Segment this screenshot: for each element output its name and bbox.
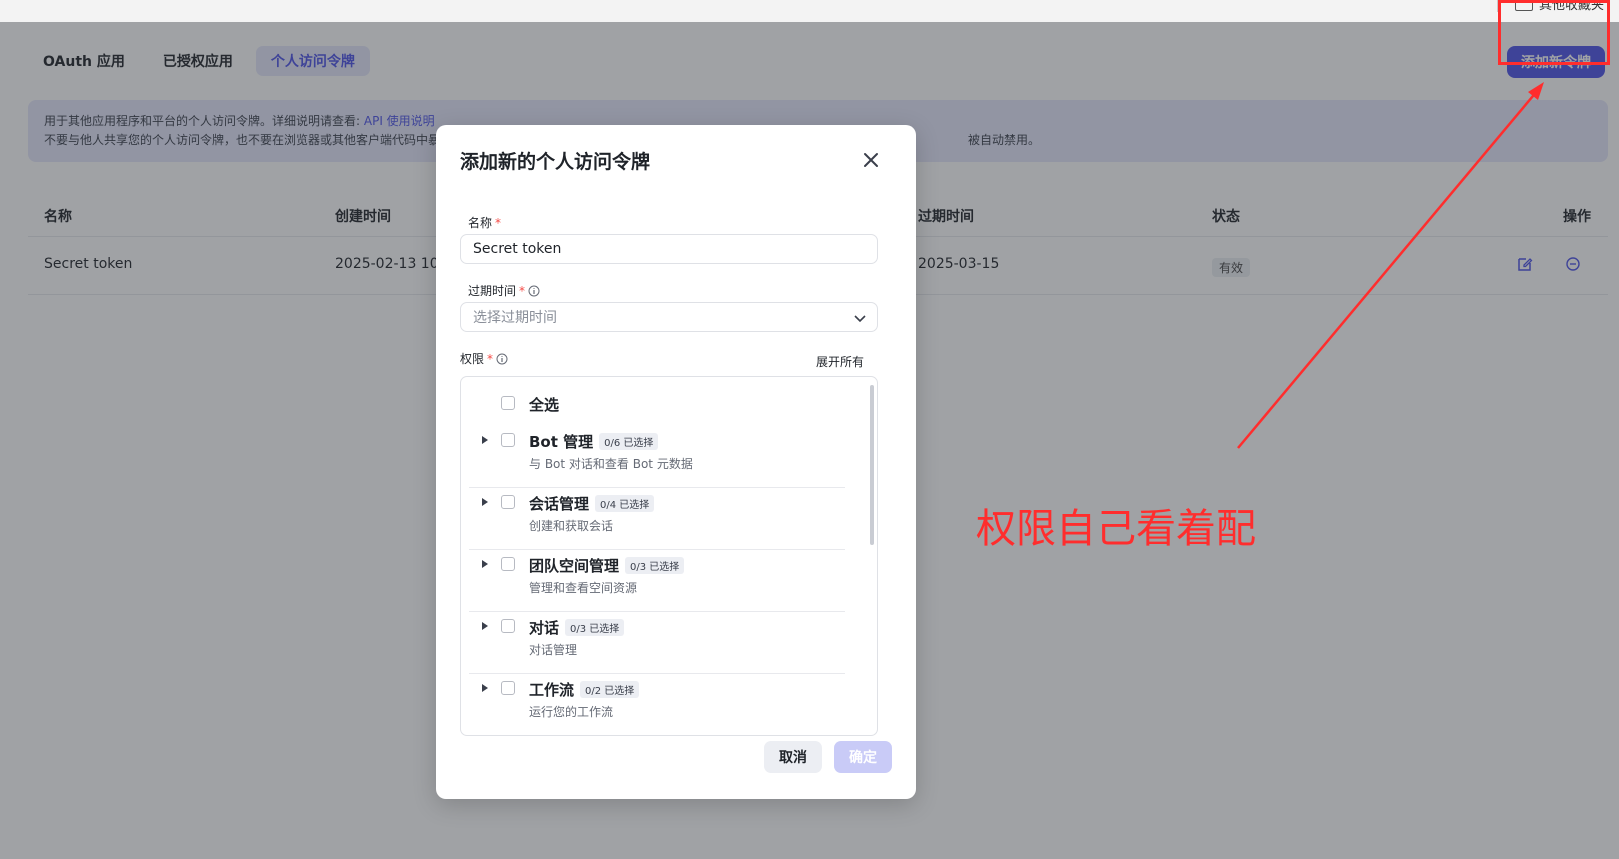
group-desc: 运行您的工作流 xyxy=(529,705,614,719)
caret-right-icon[interactable] xyxy=(481,683,489,693)
list-item: 会话管理 0/4 已选择 创建和获取会话 xyxy=(469,487,845,550)
expiry-placeholder: 选择过期时间 xyxy=(473,310,557,326)
group-count: 0/2 已选择 xyxy=(580,681,640,698)
group-checkbox[interactable] xyxy=(501,619,515,633)
permission-label: 权限 * xyxy=(460,350,508,367)
group-desc: 对话管理 xyxy=(529,643,578,657)
group-title-text: 会话管理 xyxy=(529,495,590,513)
chevron-down-icon xyxy=(854,315,866,323)
caret-right-icon[interactable] xyxy=(481,435,489,445)
list-item: Bot 管理 0/6 已选择 与 Bot 对话和查看 Bot 元数据 xyxy=(469,425,845,488)
list-item: 团队空间管理 0/3 已选择 管理和查看空间资源 xyxy=(469,549,845,612)
highlight-frame xyxy=(1498,0,1610,65)
cancel-button[interactable]: 取消 xyxy=(764,741,822,773)
bookmark-bar: 其他收藏夹 xyxy=(0,0,1619,23)
permission-list: 全选 Bot 管理 0/6 已选择 与 Bot 对话和查看 Bot 元数据 会话… xyxy=(460,376,878,736)
required-mark: * xyxy=(519,283,526,298)
group-checkbox[interactable] xyxy=(501,433,515,447)
group-desc: 创建和获取会话 xyxy=(529,519,614,533)
group-title: 工作流 0/2 已选择 xyxy=(529,679,640,700)
required-mark: * xyxy=(487,351,494,366)
group-checkbox[interactable] xyxy=(501,557,515,571)
confirm-button[interactable]: 确定 xyxy=(834,741,892,773)
list-item: 工作流 0/2 已选择 运行您的工作流 xyxy=(469,673,845,735)
close-icon[interactable] xyxy=(862,151,880,169)
dialog-title: 添加新的个人访问令牌 xyxy=(460,151,651,173)
name-label-text: 名称 xyxy=(468,216,493,230)
group-desc: 管理和查看空间资源 xyxy=(529,581,638,595)
group-checkbox[interactable] xyxy=(501,495,515,509)
expiry-select[interactable]: 选择过期时间 xyxy=(460,302,878,332)
group-title-text: Bot 管理 xyxy=(529,433,594,451)
caret-right-icon[interactable] xyxy=(481,559,489,569)
group-title-text: 对话 xyxy=(529,619,560,637)
caret-right-icon[interactable] xyxy=(481,621,489,631)
select-all-checkbox[interactable] xyxy=(501,396,515,410)
name-input[interactable]: Secret token xyxy=(460,234,878,264)
expand-all-link[interactable]: 展开所有 xyxy=(816,353,864,370)
group-count: 0/3 已选择 xyxy=(625,557,685,574)
group-checkbox[interactable] xyxy=(501,681,515,695)
group-title: 团队空间管理 0/3 已选择 xyxy=(529,555,685,576)
annotation-text: 权限自己看着配 xyxy=(976,506,1256,552)
info-icon[interactable] xyxy=(496,353,508,365)
group-title: Bot 管理 0/6 已选择 xyxy=(529,431,659,452)
select-all-label: 全选 xyxy=(529,396,560,414)
group-count: 0/6 已选择 xyxy=(599,433,659,450)
permission-label-text: 权限 xyxy=(460,352,485,366)
group-title: 对话 0/3 已选择 xyxy=(529,617,625,638)
scrollbar[interactable] xyxy=(870,385,874,545)
info-icon[interactable] xyxy=(528,285,540,297)
add-token-dialog: 添加新的个人访问令牌 名称 * Secret token 过期时间 * 选择过期时间… xyxy=(436,125,916,799)
list-item: 对话 0/3 已选择 对话管理 xyxy=(469,611,845,674)
name-label: 名称 * xyxy=(468,214,501,231)
caret-right-icon[interactable] xyxy=(481,497,489,507)
group-desc: 与 Bot 对话和查看 Bot 元数据 xyxy=(529,457,693,471)
group-count: 0/4 已选择 xyxy=(595,495,655,512)
expiry-label-text: 过期时间 xyxy=(468,284,517,298)
required-mark: * xyxy=(495,215,502,230)
group-title: 会话管理 0/4 已选择 xyxy=(529,493,655,514)
group-title-text: 工作流 xyxy=(529,681,575,699)
group-title-text: 团队空间管理 xyxy=(529,557,620,575)
expiry-label: 过期时间 * xyxy=(468,282,540,299)
group-count: 0/3 已选择 xyxy=(565,619,625,636)
